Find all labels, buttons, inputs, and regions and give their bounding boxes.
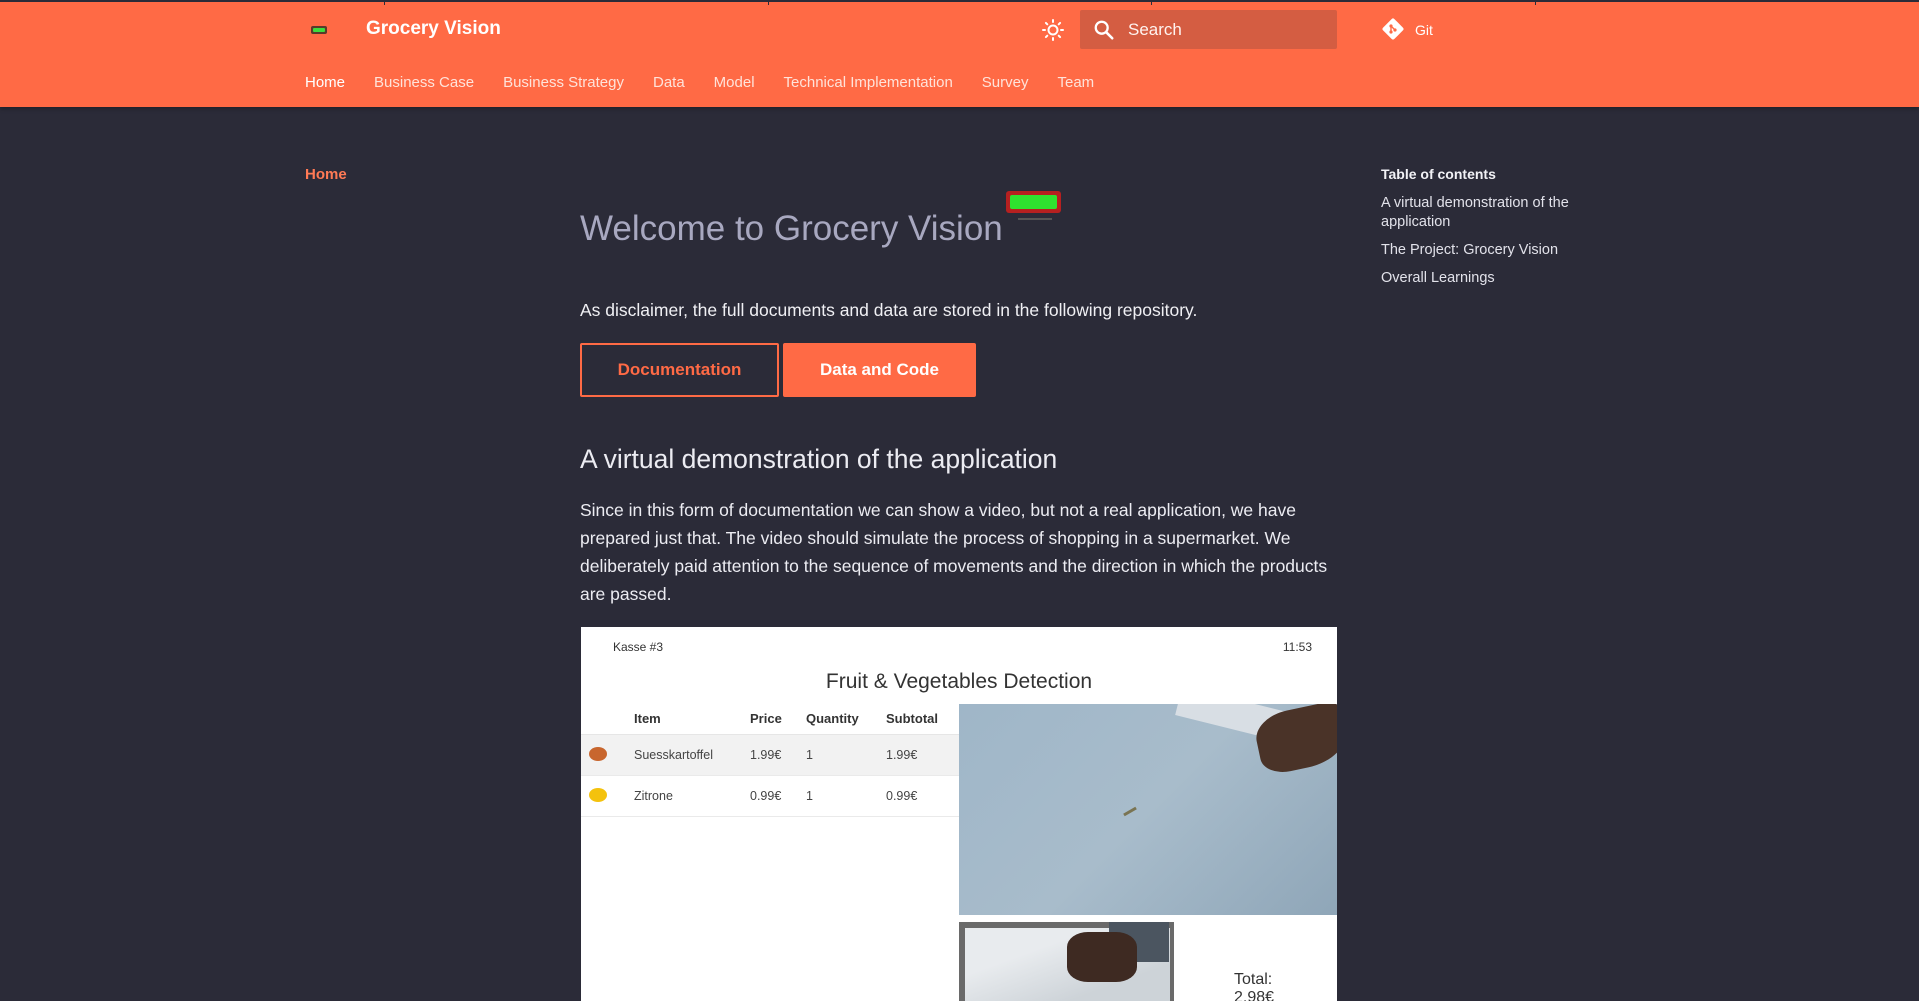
column-header-subtotal: Subtotal (886, 711, 938, 726)
tab-data[interactable]: Data (653, 74, 685, 92)
camera-feed-secondary (959, 922, 1174, 1001)
page-title: Welcome to Grocery Vision (580, 209, 1003, 248)
search-icon (1093, 19, 1115, 41)
video-time: 11:53 (1282, 640, 1312, 654)
column-header-quantity: Quantity (806, 711, 859, 726)
lemon-icon (589, 787, 607, 802)
git-icon[interactable] (1381, 17, 1405, 41)
row-subtotal: 1.99€ (886, 748, 918, 762)
site-title[interactable]: Grocery Vision (366, 18, 501, 40)
row-quantity: 1 (806, 748, 813, 762)
site-header: Grocery Vision Search Git Home Business … (0, 0, 1919, 107)
toc-item-demo[interactable]: A virtual demonstration of the applicati… (1381, 194, 1611, 232)
tab-business-case[interactable]: Business Case (374, 74, 474, 92)
data-and-code-button[interactable]: Data and Code (783, 343, 976, 397)
logo-icon (1006, 191, 1061, 213)
column-header-item: Item (634, 711, 661, 726)
theme-toggle-icon[interactable] (1041, 18, 1065, 42)
total-value: 2.98€ (1234, 989, 1275, 1001)
column-header-price: Price (750, 711, 782, 726)
tab-team[interactable]: Team (1057, 74, 1094, 92)
receipt-table-header: Item Price Quantity Subtotal (581, 703, 959, 735)
section-paragraph: Since in this form of documentation we c… (580, 500, 1328, 604)
receipt-table: Item Price Quantity Subtotal Suesskartof… (581, 703, 959, 817)
toc-title: Table of contents (1381, 166, 1496, 182)
tab-technical-implementation[interactable]: Technical Implementation (784, 74, 953, 92)
video-title: Fruit & Vegetables Detection (825, 670, 1093, 693)
section-heading: A virtual demonstration of the applicati… (580, 444, 1058, 474)
table-of-contents: Table of contents A virtual demonstratio… (1381, 166, 1611, 297)
table-row: Suesskartoffel 1.99€ 1 1.99€ (581, 735, 959, 776)
tab-business-strategy[interactable]: Business Strategy (503, 74, 624, 92)
camera-feed-main (959, 704, 1337, 915)
documentation-button[interactable]: Documentation (580, 343, 779, 397)
search-placeholder: Search (1128, 20, 1182, 39)
nav-tabs: Home Business Case Business Strategy Dat… (305, 74, 1123, 92)
sweet-potato-icon (589, 746, 607, 761)
toc-item-project[interactable]: The Project: Grocery Vision (1381, 241, 1611, 260)
total-label: Total: (1234, 971, 1273, 988)
toc-item-learnings[interactable]: Overall Learnings (1381, 269, 1611, 288)
tab-home[interactable]: Home (305, 74, 345, 92)
video-register-label: Kasse #3 (613, 640, 664, 654)
row-price: 0.99€ (750, 789, 782, 803)
tab-survey[interactable]: Survey (982, 74, 1029, 92)
row-item: Zitrone (634, 789, 673, 803)
row-quantity: 1 (806, 789, 813, 803)
total-amount: Total: 2.98€ (1234, 971, 1274, 1001)
row-item: Suesskartoffel (634, 748, 713, 762)
demo-video[interactable]: Kasse #3 11:53 Fruit & Vegetables Detect… (581, 627, 1337, 1001)
logo-caption-line (1018, 218, 1052, 220)
logo-icon[interactable] (311, 26, 327, 34)
sidebar-item-home[interactable]: Home (305, 166, 347, 183)
git-repo-link[interactable]: Git (1415, 22, 1433, 38)
table-row: Zitrone 0.99€ 1 0.99€ (581, 776, 959, 817)
search-input[interactable]: Search (1080, 10, 1337, 49)
tab-model[interactable]: Model (714, 74, 755, 92)
row-price: 1.99€ (750, 748, 782, 762)
row-subtotal: 0.99€ (886, 789, 918, 803)
intro-text: As disclaimer, the full documents and da… (580, 300, 1198, 320)
